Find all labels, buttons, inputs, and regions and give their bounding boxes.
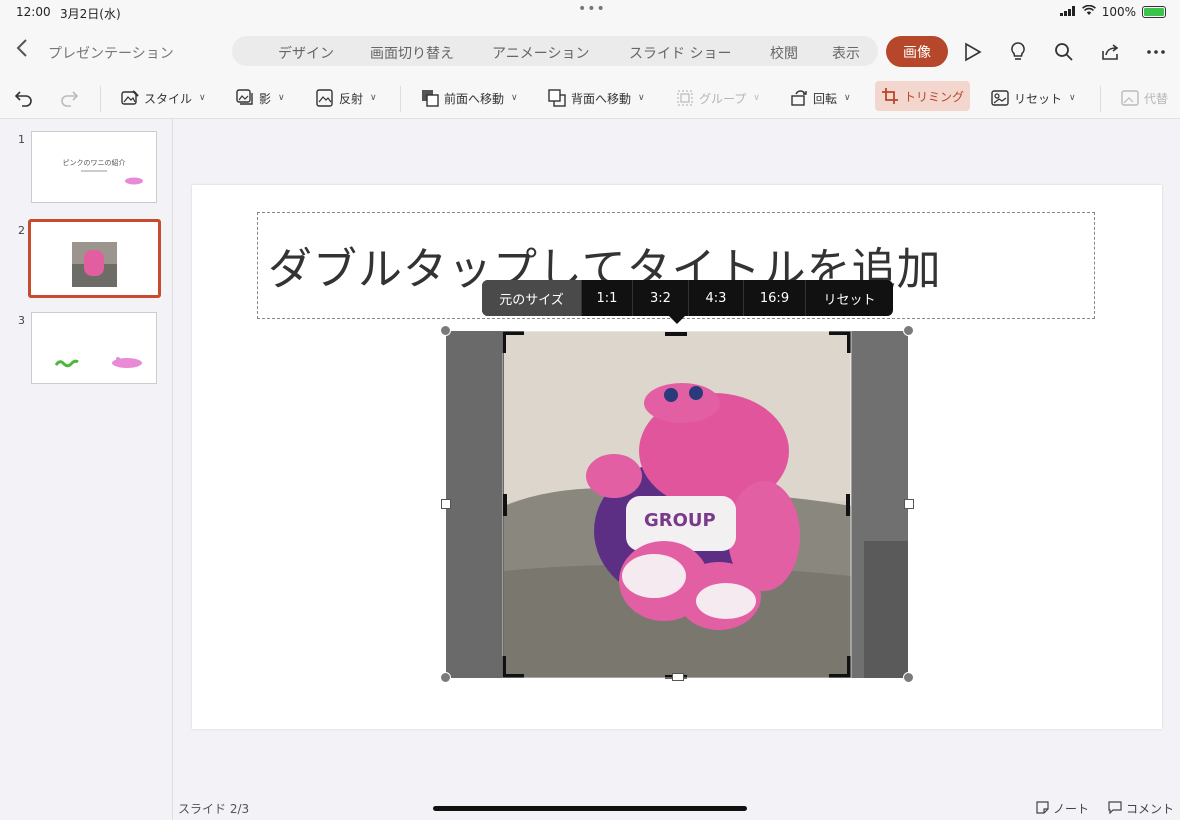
send-backward-icon — [548, 89, 566, 107]
more-icon[interactable] — [1145, 41, 1167, 63]
slide-counter: スライド 2/3 — [178, 802, 250, 816]
reset-button[interactable]: リセット ∨ — [991, 86, 1076, 110]
bring-forward-button[interactable]: 前面へ移動 ∨ — [421, 86, 518, 110]
crop-marks — [502, 331, 852, 679]
back-icon[interactable] — [16, 38, 28, 64]
wifi-icon — [1081, 4, 1096, 19]
slide-thumbnail-1[interactable]: ピンクのワニの紹介 — [31, 131, 157, 203]
search-icon[interactable] — [1053, 41, 1075, 63]
thumbnail-number: 1 — [18, 133, 25, 146]
pink-crocodile-icon — [125, 177, 143, 185]
resize-handle-right[interactable] — [904, 499, 914, 509]
slide-thumbnail-2[interactable] — [28, 219, 161, 298]
slide-thumbnail-3[interactable] — [31, 312, 157, 384]
tab-transitions[interactable]: 画面切り替え — [370, 43, 454, 63]
tab-review[interactable]: 校閲 — [770, 43, 798, 63]
resize-handle-left[interactable] — [441, 499, 451, 509]
share-icon[interactable] — [1099, 41, 1121, 63]
original-size-button[interactable]: 元のサイズ — [482, 280, 582, 316]
crop-icon — [881, 87, 899, 105]
alt-label: 代替 — [1144, 91, 1169, 106]
resize-handle-top-left[interactable] — [440, 325, 451, 336]
rotate-icon — [790, 89, 808, 107]
alt-text-button[interactable]: 代替 — [1121, 86, 1168, 110]
thumbnail-subtitle-line — [81, 170, 107, 172]
home-indicator[interactable] — [433, 806, 747, 811]
redo-icon[interactable] — [59, 86, 79, 110]
ratio-3-2-button[interactable]: 3:2 — [633, 280, 689, 316]
undo-icon[interactable] — [14, 86, 34, 110]
picture-ribbon: スタイル ∨ 影 ∨ 反射 ∨ 前面へ移動 ∨ 背面へ移動 ∨ グループ ∨ 回転 ∨ トリミ… — [0, 78, 1180, 119]
shadow-label: 影 — [259, 91, 272, 106]
thumbnail-number: 3 — [18, 314, 25, 327]
status-date: 3月2日(水) — [60, 7, 121, 21]
style-button[interactable]: スタイル ∨ — [121, 86, 206, 110]
lightbulb-icon[interactable] — [1007, 41, 1029, 63]
status-time: 12:00 — [16, 5, 51, 19]
status-right: 100% — [1059, 4, 1166, 19]
top-nav: プレゼンテーション デザイン 画面切り替え アニメーション スライド ショー 校… — [0, 24, 1180, 78]
document-title[interactable]: プレゼンテーション — [48, 43, 174, 63]
trim-label: トリミング — [904, 89, 965, 104]
tab-design[interactable]: デザイン — [278, 43, 334, 63]
toolbar-pointer — [668, 315, 686, 324]
battery-icon — [1142, 6, 1166, 18]
notes-icon — [1036, 800, 1049, 817]
tab-view[interactable]: 表示 — [832, 43, 860, 63]
comments-button[interactable]: コメント — [1108, 800, 1174, 817]
notes-label: ノート — [1053, 802, 1090, 816]
tab-animations[interactable]: アニメーション — [492, 43, 589, 63]
send-backward-label: 背面へ移動 — [571, 91, 632, 106]
tab-picture[interactable]: 画像 — [886, 36, 948, 67]
rotate-button[interactable]: 回転 ∨ — [790, 86, 851, 110]
rotate-label: 回転 — [813, 91, 838, 106]
divider — [100, 86, 101, 112]
reflection-button[interactable]: 反射 ∨ — [316, 86, 377, 110]
multitasking-dots[interactable]: ••• — [578, 1, 606, 17]
green-snake-icon — [54, 359, 79, 368]
ratio-1-1-button[interactable]: 1:1 — [582, 280, 633, 316]
thumbnail-number: 2 — [18, 224, 25, 237]
style-label: スタイル — [144, 91, 193, 106]
group-icon — [676, 89, 694, 107]
tab-slideshow[interactable]: スライド ショー — [629, 43, 731, 63]
comments-label: コメント — [1126, 802, 1175, 816]
play-icon[interactable] — [961, 41, 983, 63]
picture-style-icon — [121, 89, 139, 107]
reset-label: リセット — [1014, 91, 1063, 106]
signal-icon — [1059, 5, 1076, 19]
group-button[interactable]: グループ ∨ — [676, 86, 760, 110]
thumbnail-photo — [72, 242, 117, 287]
battery-percent: 100% — [1101, 5, 1136, 19]
status-bar: 12:00 3月2日(水) ••• 100% — [0, 0, 1180, 24]
bring-forward-label: 前面へ移動 — [444, 91, 505, 106]
reflection-icon — [316, 89, 334, 107]
bring-forward-icon — [421, 89, 439, 107]
send-backward-button[interactable]: 背面へ移動 ∨ — [548, 86, 645, 110]
divider — [1100, 86, 1101, 112]
resize-handle-top-right[interactable] — [903, 325, 914, 336]
comment-icon — [1108, 800, 1122, 817]
crop-reset-button[interactable]: リセット — [806, 280, 893, 316]
shadow-icon — [236, 89, 254, 107]
reflection-label: 反射 — [339, 91, 364, 106]
reset-picture-icon — [991, 89, 1009, 107]
pink-crocodile-icon — [112, 357, 142, 368]
ratio-16-9-button[interactable]: 16:9 — [744, 280, 806, 316]
resize-handle-bottom[interactable] — [672, 673, 684, 681]
resize-handle-bottom-right[interactable] — [903, 672, 914, 683]
trim-button[interactable]: トリミング — [875, 81, 971, 111]
shadow-button[interactable]: 影 ∨ — [236, 86, 285, 110]
notes-button[interactable]: ノート — [1036, 800, 1089, 817]
divider — [400, 86, 401, 112]
thumbnail-title: ピンクのワニの紹介 — [62, 159, 126, 167]
alt-picture-icon — [1121, 89, 1139, 107]
ratio-4-3-button[interactable]: 4:3 — [689, 280, 744, 316]
crop-ratio-toolbar: 元のサイズ 1:1 3:2 4:3 16:9 リセット — [482, 280, 893, 316]
group-label: グループ — [699, 91, 747, 106]
resize-handle-bottom-left[interactable] — [440, 672, 451, 683]
